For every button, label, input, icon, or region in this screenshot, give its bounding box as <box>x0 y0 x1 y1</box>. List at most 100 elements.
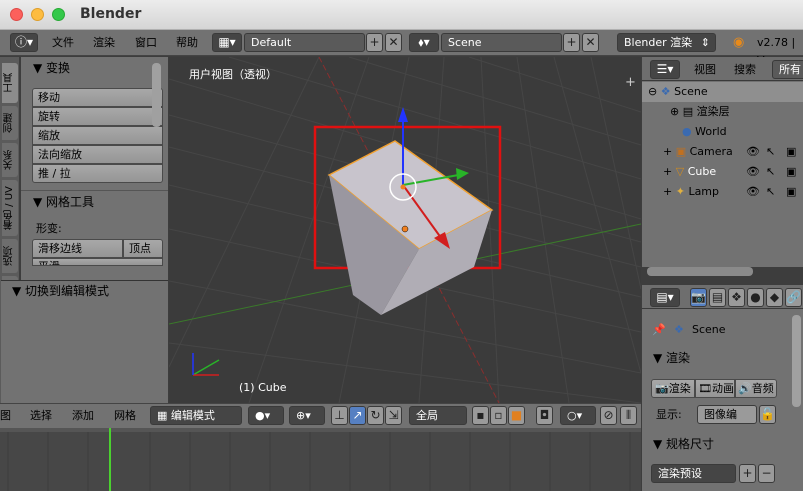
mesh-tools-panel-header[interactable]: ▼ 网格工具 <box>21 192 168 212</box>
smooth-vertex-button[interactable]: 平滑 <box>32 258 163 266</box>
render-tab-icon[interactable]: 📷 <box>690 288 707 307</box>
select-menu[interactable]: 选择 <box>30 407 52 425</box>
scale-manipulator-icon[interactable]: ⇲ <box>385 406 402 425</box>
outliner-row-renderlayers[interactable]: ⊕ ▤ 渲染层 <box>642 102 803 122</box>
world-tab-icon[interactable]: ● <box>747 288 764 307</box>
tab-tools[interactable]: 工具 <box>2 63 18 103</box>
tab-relations[interactable]: 关系 <box>2 143 18 177</box>
push-pull-button[interactable]: 推 / 拉 <box>32 164 163 183</box>
proportional-edit-select[interactable]: ○▾ <box>560 406 596 425</box>
rotate-manipulator-icon[interactable]: ↻ <box>367 406 384 425</box>
menu-render[interactable]: 渲染 <box>93 34 115 52</box>
properties-scrollbar[interactable] <box>792 315 801 407</box>
rotate-button[interactable]: 旋转 <box>32 107 163 126</box>
viewport-shading-select[interactable]: ●▾ <box>248 406 284 425</box>
editor-type-info-icon[interactable]: ⓘ▾ <box>10 33 38 52</box>
outliner-display-select[interactable]: 所有 <box>772 60 803 79</box>
timeline-area[interactable] <box>0 428 641 491</box>
screen-layout-field[interactable]: Default <box>244 33 365 52</box>
selectable-cursor-icon[interactable]: ↖ <box>766 162 775 182</box>
scene-icon[interactable]: ⬧▾ <box>409 33 439 52</box>
operator-panel-header[interactable]: ▼ 切换到编辑模式 <box>1 281 168 301</box>
menu-file[interactable]: 文件 <box>52 34 74 52</box>
translate-button[interactable]: 移动 <box>32 88 163 107</box>
render-layers-tab-icon[interactable]: ▤ <box>709 288 726 307</box>
expand-icon[interactable]: + <box>663 145 672 158</box>
outliner-row-cube[interactable]: + ▽ Cube 👁 ↖ ▣ <box>642 162 803 182</box>
face-select-icon[interactable]: ■ <box>508 406 525 425</box>
selectable-cursor-icon[interactable]: ↖ <box>766 182 775 202</box>
vertex-slide-button[interactable]: 顶点 <box>123 239 163 258</box>
zoom-window-button[interactable] <box>52 8 65 21</box>
visibility-eye-icon[interactable]: 👁 <box>746 162 760 182</box>
scene-field[interactable]: Scene <box>441 33 562 52</box>
close-window-button[interactable] <box>10 8 23 21</box>
outliner-row-scene[interactable]: ⊖ ❖ Scene <box>642 82 803 102</box>
snap-icon[interactable]: ⊘ <box>600 406 617 425</box>
3d-viewport[interactable]: 用户视图（透视） (1) Cube + <box>169 57 641 403</box>
collapse-icon[interactable]: ⊖ <box>648 85 657 98</box>
outliner-view-menu[interactable]: 视图 <box>694 61 716 79</box>
view-menu[interactable]: 图 <box>0 407 11 425</box>
menu-window[interactable]: 窗口 <box>135 34 157 52</box>
properties-editor-icon[interactable]: ▤▾ <box>650 288 680 307</box>
toolshelf-scrollbar[interactable] <box>152 63 161 127</box>
render-presets-select[interactable]: 渲染预设 <box>651 464 736 483</box>
remove-screen-button[interactable]: ✕ <box>385 33 402 52</box>
render-animation-button[interactable]: 🎞动画 <box>695 379 735 398</box>
object-tab-icon[interactable]: ◆ <box>766 288 783 307</box>
expand-icon[interactable]: ⊕ <box>670 105 679 118</box>
render-image-button[interactable]: 📷渲染 <box>651 379 695 398</box>
expand-icon[interactable]: + <box>663 165 672 178</box>
outliner-h-scrollbar[interactable] <box>647 267 753 276</box>
mesh-menu[interactable]: 网格 <box>114 407 136 425</box>
lock-interface-icon[interactable]: 🔓 <box>759 405 776 424</box>
selectable-cursor-icon[interactable]: ↖ <box>766 142 775 162</box>
dimensions-panel-header[interactable]: ▼ 规格尺寸 <box>653 435 714 453</box>
add-preset-button[interactable]: + <box>739 464 756 483</box>
constraints-tab-icon[interactable]: 🔗 <box>785 288 802 307</box>
render-engine-select[interactable]: Blender 渲染 ⇕ <box>617 33 716 52</box>
remove-preset-button[interactable]: − <box>758 464 775 483</box>
toggle-properties-region-button[interactable]: + <box>625 75 636 90</box>
menu-help[interactable]: 帮助 <box>176 34 198 52</box>
display-mode-select[interactable]: 图像编 <box>697 405 757 424</box>
render-panel-header[interactable]: ▼ 渲染 <box>653 349 690 367</box>
outliner-search-menu[interactable]: 搜索 <box>734 61 756 79</box>
edge-select-icon[interactable]: ▫ <box>490 406 507 425</box>
add-menu[interactable]: 添加 <box>72 407 94 425</box>
outliner-row-camera[interactable]: + ▣ Camera 👁 ↖ ▣ <box>642 142 803 162</box>
manipulator-toggle-icon[interactable]: ⊥ <box>331 406 348 425</box>
interaction-mode-select[interactable]: ▦ 编辑模式 <box>150 406 242 425</box>
render-camera-icon[interactable]: ▣ <box>786 162 796 182</box>
transform-orientation-select[interactable]: 全局 <box>409 406 467 425</box>
scene-tab-icon[interactable]: ❖ <box>728 288 745 307</box>
outliner-editor-icon[interactable]: ☰▾ <box>650 60 680 79</box>
edge-slide-button[interactable]: 滑移边线 <box>32 239 123 258</box>
add-scene-button[interactable]: + <box>563 33 580 52</box>
visibility-eye-icon[interactable]: 👁 <box>746 142 760 162</box>
screen-layout-icon[interactable]: ▦▾ <box>212 33 242 52</box>
expand-icon[interactable]: + <box>663 185 672 198</box>
tab-options[interactable]: 选项 <box>2 239 18 273</box>
shrink-fatten-button[interactable]: 法向缩放 <box>32 145 163 164</box>
remove-scene-button[interactable]: ✕ <box>582 33 599 52</box>
tab-shading-uv[interactable]: 着色 / UV <box>2 180 18 236</box>
tab-create[interactable]: 创建 <box>2 106 18 140</box>
render-camera-icon[interactable]: ▣ <box>786 182 796 202</box>
minimize-window-button[interactable] <box>31 8 44 21</box>
pivot-point-select[interactable]: ⊕▾ <box>289 406 325 425</box>
render-audio-button[interactable]: 🔊音频 <box>735 379 777 398</box>
visibility-eye-icon[interactable]: 👁 <box>746 182 760 202</box>
vertex-select-icon[interactable]: ▪ <box>472 406 489 425</box>
transform-panel-header[interactable]: ▼ 变换 <box>21 58 168 78</box>
add-screen-button[interactable]: + <box>366 33 383 52</box>
scale-button[interactable]: 缩放 <box>32 126 163 145</box>
outliner-row-world[interactable]: ● World <box>642 122 803 142</box>
occlude-geometry-icon[interactable]: ◘ <box>536 406 553 425</box>
translate-manipulator-icon[interactable]: ↗ <box>349 406 366 425</box>
snap-element-icon[interactable]: ⫴ <box>620 406 637 425</box>
outliner-row-lamp[interactable]: + ✦ Lamp 👁 ↖ ▣ <box>642 182 803 202</box>
pin-icon[interactable]: 📌 <box>652 321 666 339</box>
render-camera-icon[interactable]: ▣ <box>786 142 796 162</box>
